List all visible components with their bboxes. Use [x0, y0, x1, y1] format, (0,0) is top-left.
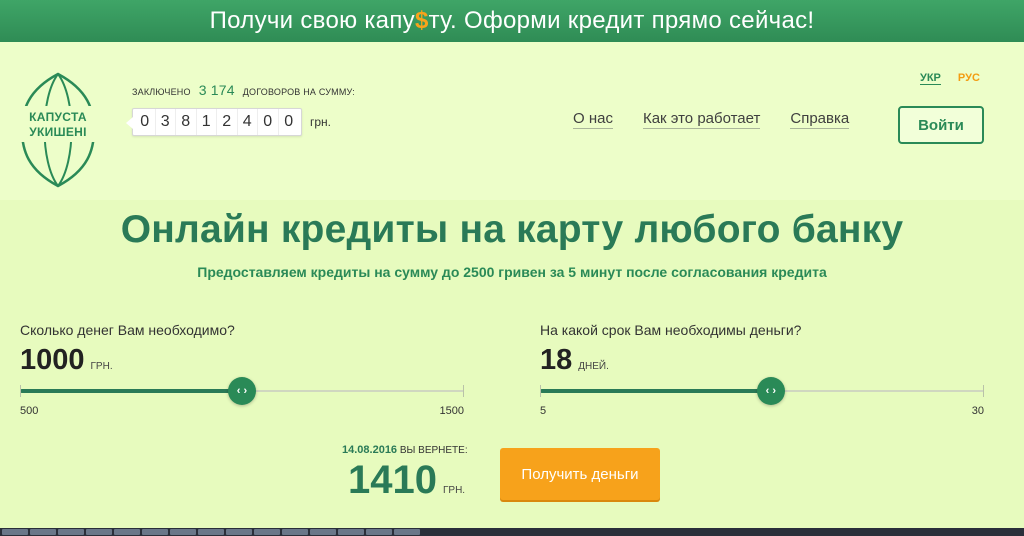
page-title: Онлайн кредиты на карту любого банку	[120, 208, 904, 251]
nav-about-link[interactable]: О нас	[573, 110, 613, 129]
amount-unit: грн.	[90, 361, 113, 372]
sum-digit: 0	[135, 109, 156, 135]
return-summary: 14.08.2016 вы вернете: 1410 грн.	[342, 444, 482, 503]
term-slider-handle[interactable]: ‹ ›	[756, 377, 785, 405]
term-slider-block: На какой срок Вам необходимы деньги? 18 …	[540, 322, 984, 417]
return-unit: грн.	[442, 485, 466, 496]
taskbar-item[interactable]	[86, 529, 112, 535]
lang-rus-link[interactable]: РУС	[958, 72, 980, 85]
term-slider-fill	[540, 389, 771, 393]
term-min: 5	[540, 405, 547, 417]
amount-value: 1000	[20, 344, 85, 376]
page-subtitle: Предоставляем кредиты на сумму до 2500 г…	[197, 264, 827, 280]
sum-digit: 8	[176, 109, 197, 135]
taskbar-item[interactable]	[226, 529, 252, 535]
taskbar-item[interactable]	[142, 529, 168, 535]
amount-min: 500	[20, 405, 39, 417]
amount-slider-track[interactable]: ‹ ›	[20, 377, 464, 405]
nav-how-it-works-link[interactable]: Как это работает	[642, 110, 761, 129]
amount-slider-fill	[20, 389, 242, 393]
taskbar-item[interactable]	[282, 529, 308, 535]
logo-text: КАПУСТА УКИШЕНІ	[29, 110, 87, 139]
loan-calculator: Онлайн кредиты на карту любого банку Пре…	[0, 200, 1024, 536]
lang-ukr-link[interactable]: УКР	[920, 72, 941, 85]
taskbar-item[interactable]	[338, 529, 364, 535]
dollar-sign: $	[414, 7, 429, 34]
taskbar-item[interactable]	[58, 529, 84, 535]
counter-label: ЗАКЛЮЧЕНО 3 174 ДОГОВОРОВ НА СУММУ:	[132, 82, 355, 98]
term-max: 30	[971, 405, 984, 417]
sum-digit: 2	[217, 109, 238, 135]
taskbar-item[interactable]	[114, 529, 140, 535]
logo[interactable]: КАПУСТА УКИШЕНІ	[18, 70, 98, 190]
term-slider-track[interactable]: ‹ ›	[540, 377, 984, 405]
taskbar-item[interactable]	[310, 529, 336, 535]
site-header: КАПУСТА УКИШЕНІ ЗАКЛЮЧЕНО 3 174 ДОГОВОРО…	[0, 42, 1024, 200]
taskbar-item[interactable]	[170, 529, 196, 535]
taskbar	[0, 528, 1024, 536]
sum-digit: 4	[238, 109, 258, 135]
amount-slider-handle[interactable]: ‹ ›	[228, 377, 256, 405]
promo-text: Получи свою капу$ту. Оформи кредит прямо…	[209, 7, 815, 34]
amount-max: 1500	[439, 405, 464, 417]
sum-digits: 03812400	[126, 108, 302, 136]
sum-digit: 3	[156, 109, 176, 135]
term-question: На какой срок Вам необходимы деньги?	[540, 322, 802, 338]
return-date: 14.08.2016	[342, 444, 398, 456]
promo-banner: Получи свою капу$ту. Оформи кредит прямо…	[0, 0, 1024, 42]
taskbar-item[interactable]	[2, 529, 28, 535]
taskbar-item[interactable]	[198, 529, 224, 535]
login-button[interactable]: Войти	[898, 106, 984, 144]
sum-unit: грн.	[310, 115, 332, 129]
sum-digit: 1	[197, 109, 217, 135]
main-nav: О нас Как это работает Справка	[573, 110, 850, 129]
language-switch: УКР РУС	[920, 72, 980, 85]
taskbar-item[interactable]	[394, 529, 420, 535]
taskbar-item[interactable]	[366, 529, 392, 535]
taskbar-item[interactable]	[30, 529, 56, 535]
taskbar-item[interactable]	[254, 529, 280, 535]
return-amount: 1410	[348, 458, 437, 502]
contracts-counter: ЗАКЛЮЧЕНО 3 174 ДОГОВОРОВ НА СУММУ: 0381…	[126, 82, 355, 136]
nav-help-link[interactable]: Справка	[790, 110, 850, 129]
term-value: 18	[540, 344, 573, 376]
amount-slider-block: Сколько денег Вам необходимо? 1000 грн. …	[20, 322, 464, 417]
amount-question: Сколько денег Вам необходимо?	[20, 322, 235, 338]
sum-digit: 0	[258, 109, 279, 135]
return-label: вы вернете:	[399, 445, 468, 456]
contracts-count: 3 174	[198, 82, 235, 98]
sum-digit: 0	[284, 113, 294, 130]
term-unit: дней.	[578, 361, 609, 372]
get-money-button[interactable]: Получить деньги	[500, 448, 660, 500]
